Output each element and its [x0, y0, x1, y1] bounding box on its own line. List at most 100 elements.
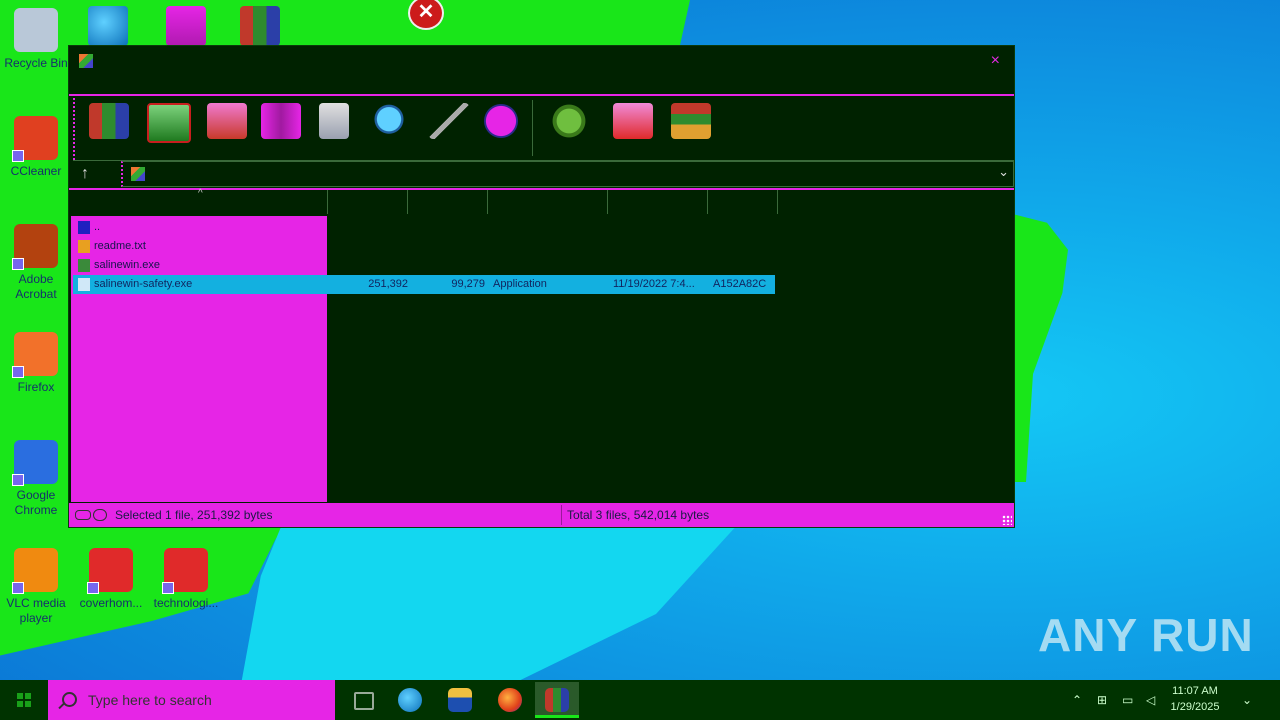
volume-icon[interactable]: ◁ — [1146, 680, 1155, 720]
document-desktop-icon[interactable] — [166, 6, 206, 46]
start-button[interactable] — [0, 680, 48, 720]
close-button[interactable]: × — [991, 52, 1000, 70]
network-icon[interactable]: ⊞ — [1097, 680, 1107, 720]
file-type: Application — [493, 278, 547, 290]
desktop-icon-label: Google Chrome — [14, 488, 58, 517]
sort-caret-icon: ^ — [198, 188, 203, 199]
shortcut-arrow-icon — [87, 582, 99, 594]
toolbar — [73, 98, 1014, 160]
task-view-icon[interactable] — [342, 682, 386, 718]
desktop-icon-label: coverhom... — [79, 596, 143, 610]
extract-icon[interactable] — [147, 103, 191, 143]
address-bar[interactable]: ⌄ — [121, 161, 1014, 187]
clock[interactable]: 11:07 AM 1/29/2025 — [1160, 683, 1230, 715]
clock-date: 1/29/2025 — [1170, 701, 1220, 713]
drive-icon — [75, 510, 91, 520]
file-name: salinewin.exe — [94, 259, 161, 271]
taskbar: Type here to search ⌃ ⊞ ▭ ◁ 11:07 AM 1/2… — [0, 680, 1280, 720]
column-header-crc[interactable] — [707, 190, 778, 214]
anyrun-watermark: ANY RUN — [1038, 609, 1254, 661]
notification-icon[interactable]: ⌄ — [1242, 680, 1252, 720]
status-bar: Selected 1 file, 251,392 bytes Total 3 f… — [69, 503, 1014, 527]
chevron-up-icon[interactable]: ⌃ — [1072, 680, 1082, 720]
desktop-icon-label: Recycle Bin — [4, 56, 68, 70]
column-header-name[interactable]: ^ — [71, 188, 328, 214]
desktop-icon[interactable]: Adobe Acrobat — [0, 224, 72, 302]
desktop-icon[interactable]: technologi... — [150, 548, 222, 611]
file-row[interactable]: .. — [73, 218, 775, 237]
desktop-icon-label: Adobe Acrobat — [15, 272, 57, 301]
desktop-icon[interactable]: Google Chrome — [0, 440, 72, 518]
shortcut-arrow-icon — [12, 582, 24, 594]
file-row[interactable]: readme.txt — [73, 237, 775, 256]
file-icon — [78, 259, 90, 272]
file-modified: 11/19/2022 7:4... — [613, 278, 695, 290]
winrar-desktop-icon[interactable] — [240, 6, 280, 46]
file-name: salinewin-safety.exe — [94, 278, 193, 290]
address-row: ↑ ⌄ — [73, 160, 1014, 187]
desktop-icon[interactable]: VLC media player — [0, 548, 72, 626]
desktop-icon[interactable]: CCleaner — [0, 116, 72, 179]
battery-icon[interactable]: ▭ — [1122, 680, 1133, 720]
desktop-icon[interactable]: Firefox — [0, 332, 72, 395]
winrar-icon[interactable] — [535, 682, 579, 718]
shortcut-arrow-icon — [12, 150, 24, 162]
view-icon[interactable] — [261, 103, 301, 139]
firefox-icon[interactable] — [488, 682, 532, 718]
shortcut-arrow-icon — [12, 258, 24, 270]
resize-grip[interactable] — [1002, 515, 1012, 525]
file-name: readme.txt — [94, 240, 146, 252]
chevron-down-icon[interactable]: ⌄ — [998, 164, 1009, 180]
find-icon[interactable] — [371, 103, 411, 139]
file-row[interactable]: salinewin-safety.exe 251,392 99,279 Applica… — [73, 275, 775, 294]
add-icon[interactable] — [89, 103, 129, 139]
virusscan-icon[interactable] — [549, 103, 589, 139]
column-header-type[interactable] — [487, 190, 608, 214]
word-doc-icon — [162, 548, 208, 594]
shortcut-arrow-icon — [12, 474, 24, 486]
column-header-packed[interactable] — [407, 190, 488, 214]
column-header-modified[interactable] — [607, 190, 708, 214]
edge-icon[interactable] — [388, 682, 432, 718]
desktop-icon[interactable]: Recycle Bin — [0, 8, 72, 71]
desktop-icon-label: VLC media player — [6, 596, 66, 625]
file-icon — [78, 221, 90, 234]
winrar-window: × ↑ ⌄ ^ .. readme.txt salinewin.exe salinew… — [68, 45, 1015, 528]
desktop-icon-label: CCleaner — [10, 164, 62, 178]
desktop-icon-label: technologi... — [153, 596, 219, 610]
delete-icon[interactable] — [319, 103, 349, 139]
info-icon[interactable] — [481, 103, 521, 139]
column-header-size[interactable] — [327, 190, 408, 214]
test-icon[interactable] — [207, 103, 247, 139]
comment-icon[interactable] — [613, 103, 653, 139]
file-icon — [78, 240, 90, 253]
search-placeholder: Type here to search — [88, 692, 212, 708]
file-icon — [78, 278, 90, 291]
status-divider — [561, 505, 562, 525]
windows-icon — [17, 693, 31, 707]
file-name: .. — [94, 221, 101, 233]
up-folder-icon[interactable]: ↑ — [81, 165, 89, 183]
shortcut-arrow-icon — [12, 366, 24, 378]
edge-desktop-icon[interactable] — [88, 6, 128, 46]
sfx-icon[interactable] — [671, 103, 711, 139]
status-selected: Selected 1 file, 251,392 bytes — [115, 508, 273, 522]
file-explorer-icon[interactable] — [438, 682, 482, 718]
status-total: Total 3 files, 542,014 bytes — [567, 508, 710, 522]
recycle-bin-icon — [14, 8, 58, 52]
file-list: ^ .. readme.txt salinewin.exe salinewin-saf… — [69, 188, 1014, 503]
search-icon — [62, 692, 77, 707]
search-box[interactable]: Type here to search — [48, 680, 335, 720]
chrome-icon — [12, 440, 58, 486]
word-doc-icon — [87, 548, 133, 594]
winrar-icon — [79, 54, 93, 68]
file-size: 251,392 — [368, 278, 408, 290]
file-row[interactable]: salinewin.exe — [73, 256, 775, 275]
toolbar-separator — [532, 100, 533, 156]
window-titlebar[interactable]: × — [69, 46, 1014, 96]
shortcut-arrow-icon — [162, 582, 174, 594]
desktop-icon[interactable]: coverhom... — [75, 548, 147, 611]
file-crc: A152A82C — [713, 278, 767, 290]
clock-time: 11:07 AM — [1172, 685, 1218, 697]
wizard-icon[interactable] — [429, 103, 469, 139]
